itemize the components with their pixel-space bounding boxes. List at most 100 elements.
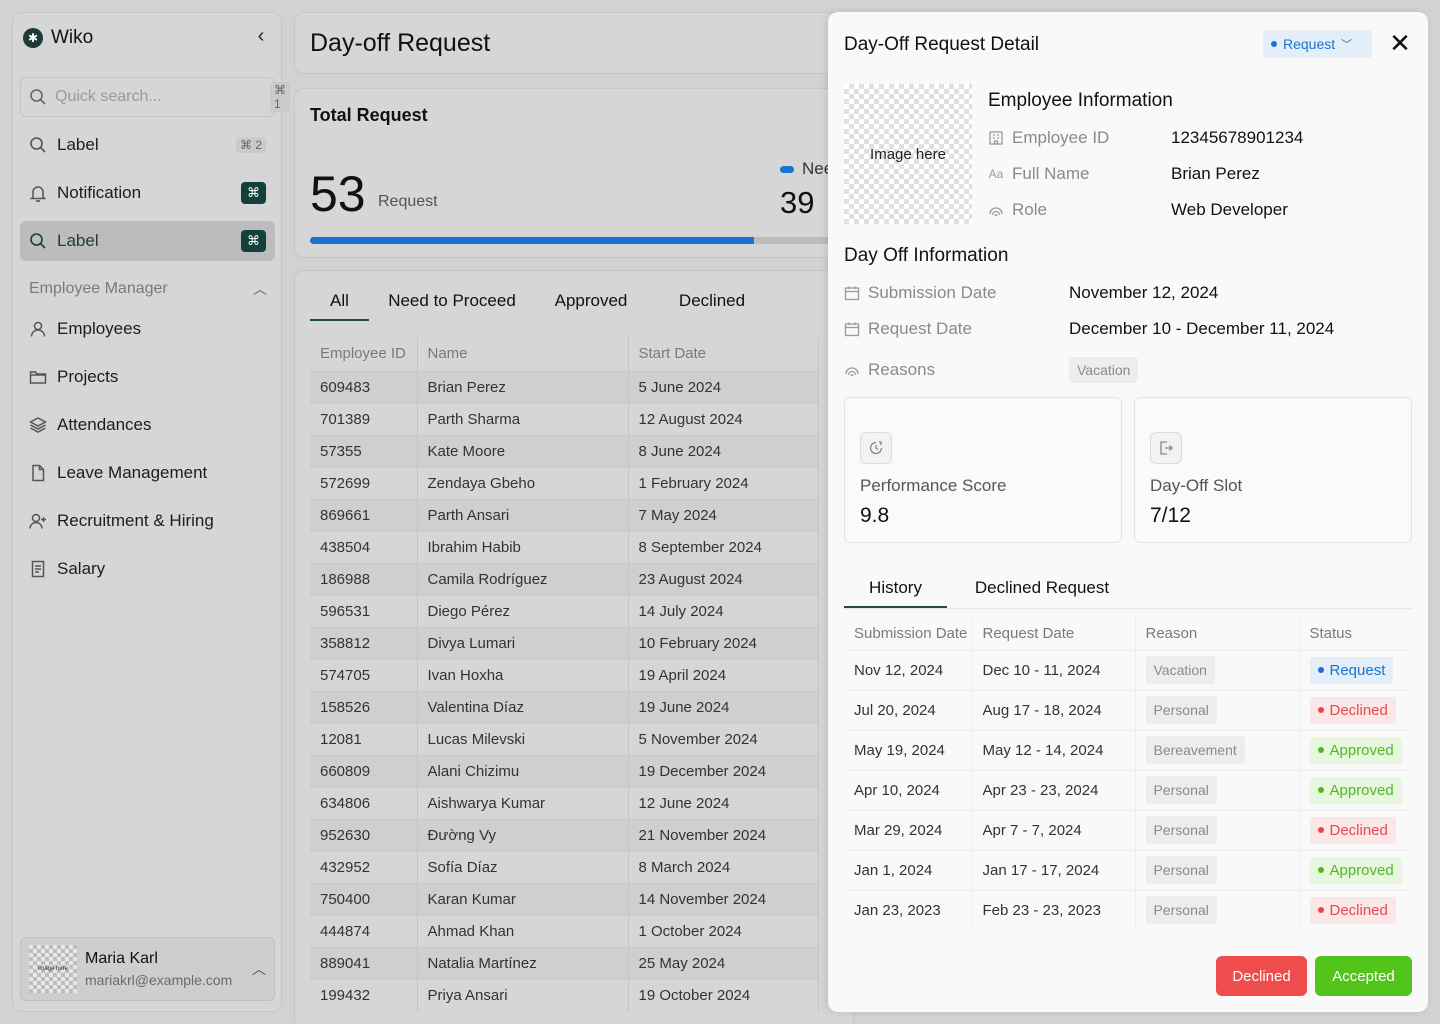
table-row[interactable]: 701389 Parth Sharma 12 August 2024	[310, 402, 819, 435]
table-row[interactable]: 750400 Karan Kumar 14 November 2024	[310, 882, 819, 915]
table-cell: 10 February 2024	[628, 626, 819, 659]
reason-cell: Personal	[1135, 889, 1300, 930]
history-row[interactable]: Mar 29, 2024 Apr 7 - 7, 2024 Personal Decli…	[844, 809, 1412, 850]
reasons-label: Reasons	[868, 360, 936, 379]
chevron-up-icon[interactable]: ︿	[252, 959, 266, 979]
table-cell: 444874	[310, 914, 418, 947]
nav-item-label-active[interactable]: Label ⌘	[20, 221, 275, 261]
nav-item-notification[interactable]: Notification ⌘	[20, 173, 275, 213]
request-progress-fill	[310, 237, 754, 244]
column-header[interactable]: Name	[417, 337, 629, 371]
tab-need-to-proceed[interactable]: Need to Proceed	[369, 291, 535, 321]
table-row[interactable]: 574705 Ivan Hoxha 19 April 2024	[310, 658, 819, 691]
table-row[interactable]: 572699 Zendaya Gbeho 1 February 2024	[310, 466, 819, 499]
table-cell: 701389	[310, 402, 418, 435]
table-cell: Ivan Hoxha	[417, 658, 629, 691]
user-name: Maria Karl	[85, 950, 158, 967]
nav-item-projects[interactable]: Projects	[20, 357, 275, 397]
status-cell: Declined	[1299, 689, 1412, 730]
nav-item-leave-management[interactable]: Leave Management	[20, 453, 275, 493]
brand[interactable]: ✱ Wiko	[23, 27, 93, 49]
search-input[interactable]	[55, 88, 262, 106]
score-icon	[860, 432, 892, 464]
history-row[interactable]: Jan 1, 2024 Jan 17 - 17, 2024 Personal Appr…	[844, 849, 1412, 890]
table-row[interactable]: 634806 Aishwarya Kumar 12 June 2024	[310, 786, 819, 819]
request-date-label: Request Date	[868, 319, 972, 338]
table-cell: Brian Perez	[417, 370, 629, 403]
reason-chip: Vacation	[1145, 656, 1215, 684]
nav-item-recruitment[interactable]: Recruitment & Hiring	[20, 501, 275, 541]
history-row[interactable]: May 19, 2024 May 12 - 14, 2024 Bereavement…	[844, 729, 1412, 770]
tab-declined-request[interactable]: Declined Request	[947, 578, 1137, 608]
nav-item-label-text: Label	[57, 231, 99, 250]
table-cell: 25 May 2024	[628, 946, 819, 979]
day-off-slot-card: Day-Off Slot 7/12	[1134, 397, 1412, 543]
history-row[interactable]: Apr 10, 2024 Apr 23 - 23, 2024 Personal App…	[844, 769, 1412, 810]
page-header: Day-off Request	[294, 12, 854, 74]
status-dot	[1317, 907, 1324, 914]
status-cell: Declined	[1299, 889, 1412, 930]
collapse-sidebar-icon[interactable]: ‹	[251, 26, 271, 47]
day-off-slot-label: Day-Off Slot	[1150, 476, 1243, 495]
submission-date-label: Submission Date	[868, 283, 997, 302]
status-cell: Approved	[1299, 769, 1412, 810]
table-row[interactable]: 158526 Valentina Díaz 19 June 2024	[310, 690, 819, 723]
tab-history[interactable]: History	[844, 578, 947, 608]
tab-declined[interactable]: Declined	[647, 291, 777, 321]
table-row[interactable]: 609483 Brian Perez 5 June 2024	[310, 370, 819, 403]
decline-button[interactable]: Declined	[1216, 956, 1307, 996]
status-dropdown[interactable]: Request ﹀	[1263, 30, 1372, 58]
table-row[interactable]: 358812 Divya Lumari 10 February 2024	[310, 626, 819, 659]
submission-date-value: November 12, 2024	[1069, 283, 1219, 302]
history-row[interactable]: Jan 23, 2023 Feb 23 - 23, 2023 Personal Dec…	[844, 889, 1412, 930]
column-header[interactable]: Employee ID	[310, 337, 418, 371]
column-header[interactable]: Reason	[1135, 618, 1300, 650]
column-header[interactable]: Submission Date	[844, 618, 973, 650]
table-cell: Parth Sharma	[417, 402, 629, 435]
table-row[interactable]: 57355 Kate Moore 8 June 2024	[310, 434, 819, 467]
table-row[interactable]: 186988 Camila Rodríguez 23 August 2024	[310, 562, 819, 595]
tab-all[interactable]: All	[310, 291, 369, 321]
table-row[interactable]: 444874 Ahmad Khan 1 October 2024	[310, 914, 819, 947]
request-date-cell: Feb 23 - 23, 2023	[972, 889, 1136, 930]
table-row[interactable]: 889041 Natalia Martínez 25 May 2024	[310, 946, 819, 979]
detail-title: Day-Off Request Detail	[844, 34, 1040, 55]
reason-cell: Vacation	[1135, 649, 1300, 690]
column-header[interactable]: Status	[1299, 618, 1412, 650]
history-row[interactable]: Nov 12, 2024 Dec 10 - 11, 2024 Vacation Req…	[844, 649, 1412, 690]
table-row[interactable]: 432952 Sofía Díaz 8 March 2024	[310, 850, 819, 883]
submission-date-cell: Apr 10, 2024	[844, 769, 973, 810]
chevron-down-icon: ﹀	[1341, 39, 1353, 51]
folder-icon	[29, 368, 47, 386]
quick-search[interactable]: ⌘ 1	[20, 77, 290, 117]
bell-icon	[29, 184, 47, 202]
nav-item-label[interactable]: Label ⌘ 2	[20, 125, 275, 165]
table-cell: 869661	[310, 498, 418, 531]
performance-score-value: 9.8	[860, 504, 890, 527]
tab-approved[interactable]: Approved	[535, 291, 647, 321]
accept-button[interactable]: Accepted	[1315, 956, 1412, 996]
need-to-proceed-legend: Nee	[780, 159, 833, 179]
table-row[interactable]: 199432 Priya Ansari 19 October 2024	[310, 978, 819, 1011]
history-row[interactable]: Jul 20, 2024 Aug 17 - 18, 2024 Personal Dec…	[844, 689, 1412, 730]
nav-item-employees[interactable]: Employees	[20, 309, 275, 349]
table-cell: Lucas Milevski	[417, 722, 629, 755]
nav-item-attendances[interactable]: Attendances	[20, 405, 275, 445]
table-cell: 438504	[310, 530, 418, 563]
table-row[interactable]: 596531 Diego Pérez 14 July 2024	[310, 594, 819, 627]
table-row[interactable]: 660809 Alani Chizimu 19 December 2024	[310, 754, 819, 787]
column-header[interactable]: Start Date	[628, 337, 819, 371]
close-icon[interactable]: ✕	[1388, 30, 1412, 56]
table-row[interactable]: 952630 Đường Vy 21 November 2024	[310, 818, 819, 851]
table-cell: Diego Pérez	[417, 594, 629, 627]
table-row[interactable]: 869661 Parth Ansari 7 May 2024	[310, 498, 819, 531]
nav-item-salary[interactable]: Salary	[20, 549, 275, 589]
table-row[interactable]: 12081 Lucas Milevski 5 November 2024	[310, 722, 819, 755]
table-row[interactable]: 438504 Ibrahim Habib 8 September 2024	[310, 530, 819, 563]
table-cell: 572699	[310, 466, 418, 499]
status-badge: Declined	[1309, 816, 1396, 844]
status-dot	[1317, 747, 1324, 753]
column-header[interactable]: Request Date	[972, 618, 1136, 650]
section-employee-manager[interactable]: Employee Manager ︿	[29, 279, 267, 299]
user-card[interactable]: image here Maria Karl mariakrl@example.c…	[20, 937, 275, 1001]
